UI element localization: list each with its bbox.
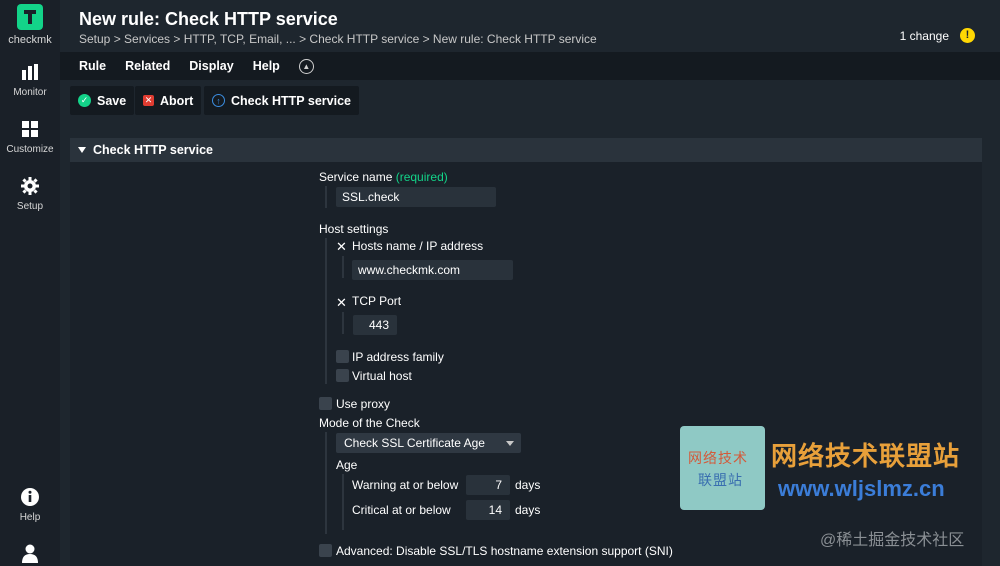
page-header: New rule: Check HTTP service Setup > Ser… (60, 0, 1000, 52)
abort-label: Abort (160, 93, 194, 108)
bar-chart-icon (22, 64, 38, 80)
checkmk-logo-icon (17, 4, 43, 30)
use-proxy-checkbox[interactable] (319, 397, 332, 410)
required-label: (required) (395, 170, 448, 184)
disable-sni-checkbox[interactable] (319, 544, 332, 557)
remove-hosts-name-icon[interactable]: ✕ (336, 240, 347, 253)
grid-icon (22, 121, 38, 137)
sidebar-item-label: Customize (6, 144, 54, 155)
indent-line (325, 432, 327, 534)
watermark-logo-line1: 网络技术 (688, 451, 748, 467)
save-label: Save (97, 93, 127, 108)
checkmk-logo[interactable]: checkmk (0, 4, 60, 50)
caret-down-icon (78, 147, 86, 153)
arrow-up-icon: ↑ (212, 94, 225, 107)
section-title: Check HTTP service (93, 143, 213, 157)
mode-select[interactable]: Check SSL Certificate Age (336, 433, 521, 453)
warning-label: Warning at or below (352, 478, 459, 492)
critical-days-input[interactable]: 14 (466, 500, 510, 520)
warning-icon: ! (960, 28, 975, 43)
remove-tcp-port-icon[interactable]: ✕ (336, 296, 347, 309)
tcp-port-label: TCP Port (352, 294, 402, 308)
menu-rule[interactable]: Rule (79, 59, 106, 73)
host-settings-label: Host settings (319, 222, 389, 236)
sidebar-item-monitor[interactable]: Monitor (0, 62, 60, 98)
virtual-host-checkbox[interactable] (336, 369, 349, 382)
hosts-name-label: Hosts name / IP address (352, 239, 484, 253)
logo-text: checkmk (8, 34, 52, 46)
sidebar-item-customize[interactable]: Customize (0, 119, 60, 155)
check-icon: ✓ (78, 94, 91, 107)
watermark-footer: @稀土掘金技术社区 (820, 532, 965, 549)
abort-button[interactable]: ✕ Abort (135, 86, 202, 115)
sidebar-item-label: Setup (16, 201, 44, 212)
watermark-url: www.wljslmz.cn (778, 476, 945, 501)
tcp-port-input[interactable]: 443 (353, 315, 397, 335)
menu-bar: Rule Related Display Help ▲ (60, 52, 1000, 80)
sidebar-item-user[interactable] (0, 543, 60, 563)
sidebar: checkmk Monitor Customize Setup Help (0, 0, 60, 566)
mode-label: Mode of the Check (319, 416, 420, 430)
use-proxy-label: Use proxy (336, 397, 391, 411)
close-icon: ✕ (143, 95, 154, 106)
age-label: Age (336, 458, 358, 472)
indent-line (342, 256, 344, 278)
menu-help[interactable]: Help (253, 59, 280, 73)
section-header[interactable]: Check HTTP service (70, 138, 982, 162)
sidebar-item-label: Monitor (13, 87, 47, 98)
indent-line (325, 186, 327, 208)
sidebar-item-label: Help (19, 512, 41, 523)
sidebar-item-help[interactable]: Help (0, 487, 60, 523)
save-button[interactable]: ✓ Save (70, 86, 135, 115)
changes-label: 1 change (899, 28, 949, 43)
virtual-host-label: Virtual host (352, 369, 412, 383)
sidebar-item-setup[interactable]: Setup (0, 176, 60, 212)
ip-family-label: IP address family (352, 350, 444, 364)
watermark-logo: 网络技术 联盟站 (680, 426, 765, 510)
gear-icon (21, 177, 39, 195)
user-icon (22, 544, 38, 563)
menu-display[interactable]: Display (189, 59, 233, 73)
disable-sni-label: Advanced: Disable SSL/TLS hostname exten… (336, 544, 673, 558)
watermark-logo-line2: 联盟站 (698, 473, 743, 489)
watermark-title: 网络技术联盟站 (771, 441, 961, 471)
toolbar: ✓ Save ✕ Abort ↑ Check HTTP service (60, 80, 1000, 120)
info-icon (21, 488, 39, 506)
warning-days-input[interactable]: 7 (466, 475, 510, 495)
chevron-down-icon (506, 441, 514, 446)
ip-family-checkbox[interactable] (336, 350, 349, 363)
menu-related[interactable]: Related (125, 59, 170, 73)
check-http-service-button[interactable]: ↑ Check HTTP service (204, 86, 359, 115)
critical-days-unit: days (515, 503, 541, 517)
indent-line (342, 474, 344, 530)
service-name-label-text: Service name (319, 170, 393, 184)
service-name-label: Service name (required) (319, 170, 448, 184)
mode-select-value: Check SSL Certificate Age (344, 436, 485, 450)
hosts-name-input[interactable]: www.checkmk.com (352, 260, 513, 280)
warning-days-unit: days (515, 478, 541, 492)
pending-changes[interactable]: 1 change ! (900, 28, 975, 43)
chevron-up-icon[interactable]: ▲ (298, 58, 314, 74)
check-http-service-label: Check HTTP service (231, 93, 351, 108)
indent-line (342, 312, 344, 334)
service-name-input[interactable]: SSL.check (336, 187, 496, 207)
breadcrumb[interactable]: Setup > Services > HTTP, TCP, Email, ...… (79, 32, 597, 46)
indent-line (325, 238, 327, 384)
critical-label: Critical at or below (352, 503, 451, 517)
page-title: New rule: Check HTTP service (79, 9, 338, 29)
